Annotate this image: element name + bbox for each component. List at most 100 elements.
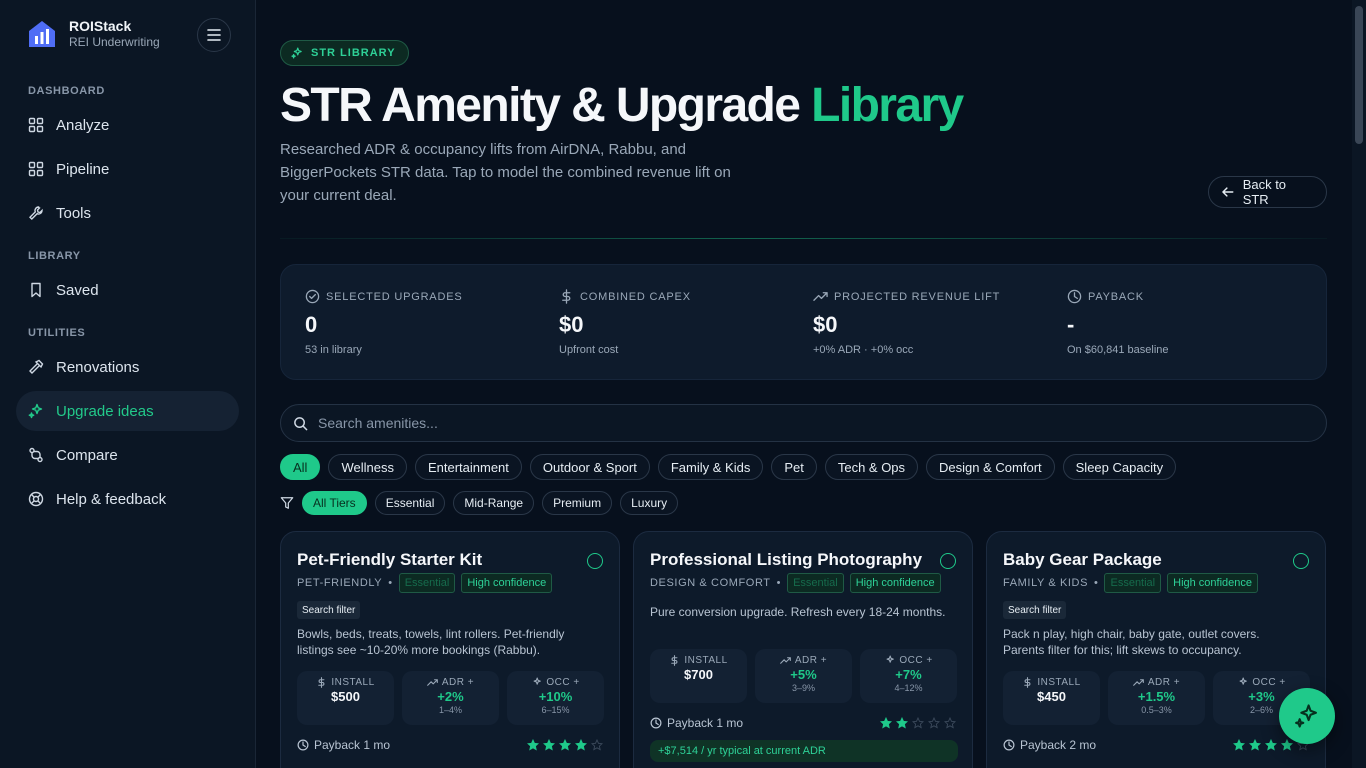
sidebar-item-label: Pipeline — [56, 160, 110, 178]
section-divider — [280, 238, 1327, 239]
card-category: DESIGN & COMFORT — [650, 577, 771, 589]
metric-label: OCC + — [546, 677, 580, 688]
sidebar-item-analyze[interactable]: Analyze — [16, 105, 239, 145]
chip-mid-range[interactable]: Mid-Range — [453, 491, 535, 515]
metric-value: $500 — [331, 689, 360, 704]
sidebar-item-compare[interactable]: Compare — [16, 435, 239, 475]
sidebar-item-renovations[interactable]: Renovations — [16, 347, 239, 387]
summary-stats: SELECTED UPGRADES 0 53 in library COMBIN… — [280, 264, 1327, 380]
metric-value: +1.5% — [1137, 689, 1176, 704]
card-meta: FAMILY & KIDS • Essential High confidence — [1003, 573, 1259, 593]
star-filled-icon — [527, 739, 539, 751]
dollar-icon — [671, 655, 678, 666]
chip-family-kids[interactable]: Family & Kids — [657, 454, 764, 480]
card-description: Pure conversion upgrade. Refresh every 1… — [650, 605, 946, 619]
card-meta: DESIGN & COMFORT • Essential High confide… — [650, 573, 941, 593]
tier-badge: Essential — [1104, 573, 1162, 593]
search-bar — [280, 404, 1327, 442]
chip-entertainment[interactable]: Entertainment — [414, 454, 522, 480]
chip-essential[interactable]: Essential — [374, 491, 446, 515]
chip-luxury[interactable]: Luxury — [620, 491, 679, 515]
rating-stars — [527, 739, 603, 751]
confidence-badge: High confidence — [849, 573, 941, 593]
chip-tech-ops[interactable]: Tech & Ops — [824, 454, 919, 480]
sidebar-item-label: Analyze — [56, 116, 110, 134]
search-input[interactable] — [318, 415, 1218, 431]
amenity-card[interactable]: Pet-Friendly Starter Kit PET-FRIENDLY • E… — [280, 531, 620, 768]
metric-label: INSTALL — [331, 677, 375, 688]
chip-design-comfort[interactable]: Design & Comfort — [926, 454, 1055, 480]
select-checkbox[interactable] — [587, 553, 603, 569]
select-checkbox[interactable] — [940, 553, 956, 569]
star-filled-icon — [1265, 739, 1277, 751]
stat-sub: Upfront cost — [559, 344, 619, 356]
metric-range: 0.5–3% — [1141, 705, 1172, 715]
metric-value: +7% — [895, 667, 922, 682]
filter-icon — [280, 497, 294, 509]
metric-value: $450 — [1037, 689, 1066, 704]
chip-wellness[interactable]: Wellness — [328, 454, 407, 480]
payback-info: Payback 1 mo — [650, 716, 743, 730]
compare-icon — [29, 447, 43, 463]
stat-payback: PAYBACK - On $60,841 baseline — [1067, 289, 1169, 356]
star-filled-icon — [896, 717, 908, 729]
sidebar-item-saved[interactable]: Saved — [16, 270, 239, 310]
clock-icon — [1003, 739, 1015, 751]
chip-all[interactable]: All — [280, 454, 321, 480]
select-checkbox[interactable] — [1293, 553, 1309, 569]
payback-label: Payback 1 mo — [314, 738, 391, 752]
payback-info: Payback 1 mo — [297, 738, 390, 752]
brand[interactable]: ROIStack REI Underwriting — [27, 18, 160, 50]
section-label-utilities: UTILITIES — [28, 327, 86, 339]
sidebar-item-pipeline[interactable]: Pipeline — [16, 149, 239, 189]
section-label-dashboard: DASHBOARD — [28, 85, 105, 97]
star-filled-icon — [880, 717, 892, 729]
card-meta: PET-FRIENDLY • Essential High confidence — [297, 573, 553, 593]
metric-value: +10% — [538, 689, 573, 704]
grid-icon — [28, 161, 44, 177]
brand-subtitle: REI Underwriting — [69, 35, 160, 49]
amenity-card[interactable]: Baby Gear Package FAMILY & KIDS • Essenti… — [986, 531, 1326, 768]
menu-toggle-button[interactable] — [197, 18, 231, 52]
chip-pet[interactable]: Pet — [771, 454, 817, 480]
logo-icon — [29, 21, 55, 47]
bookmark-icon — [31, 282, 41, 298]
help-icon — [28, 491, 44, 507]
amenity-card[interactable]: Professional Listing Photography DESIGN … — [633, 531, 973, 768]
scrollbar-thumb[interactable] — [1355, 6, 1363, 144]
title-main: STR Amenity & Upgrade — [280, 79, 812, 132]
card-description: Bowls, beds, treats, towels, lint roller… — [297, 627, 565, 657]
sparkles-icon — [291, 47, 302, 59]
page-scrollbar[interactable] — [1352, 0, 1366, 768]
sparkles-icon — [1239, 677, 1248, 685]
chip-all-tiers[interactable]: All Tiers — [302, 491, 367, 515]
sidebar-item-label: Compare — [56, 446, 118, 464]
stat-value: 0 — [305, 312, 318, 337]
metric-occ: OCC + +10% 6–15% — [507, 671, 604, 725]
sparkles-icon — [28, 403, 43, 419]
stat-label: PAYBACK — [1088, 290, 1144, 303]
card-title: Baby Gear Package — [1003, 550, 1162, 569]
stat-value: - — [1067, 312, 1075, 337]
chip-premium[interactable]: Premium — [542, 491, 613, 515]
chip-sleep-capacity[interactable]: Sleep Capacity — [1062, 454, 1177, 480]
sidebar-item-help[interactable]: Help & feedback — [16, 479, 239, 519]
star-filled-icon — [559, 739, 571, 751]
payback-info: Payback 2 mo — [1003, 738, 1096, 752]
star-empty-icon — [912, 717, 924, 729]
sidebar-item-label: Renovations — [56, 358, 140, 376]
clock-icon — [650, 717, 662, 729]
ai-assistant-button[interactable] — [1279, 688, 1335, 744]
card-category: PET-FRIENDLY — [297, 577, 383, 589]
sidebar-item-label: Upgrade ideas — [56, 402, 154, 420]
sidebar-item-upgrade-ideas[interactable]: Upgrade ideas — [16, 391, 239, 431]
back-to-str-button[interactable]: Back to STR — [1208, 176, 1327, 208]
metric-install: INSTALL $700 — [650, 649, 747, 703]
metric-label: INSTALL — [1037, 677, 1081, 688]
brand-name: ROIStack — [69, 18, 132, 34]
check-circle-icon — [305, 289, 320, 304]
chip-outdoor-sport[interactable]: Outdoor & Sport — [529, 454, 650, 480]
sidebar-item-tools[interactable]: Tools — [16, 193, 239, 233]
sidebar-item-label: Tools — [56, 204, 92, 222]
star-filled-icon — [1233, 739, 1245, 751]
